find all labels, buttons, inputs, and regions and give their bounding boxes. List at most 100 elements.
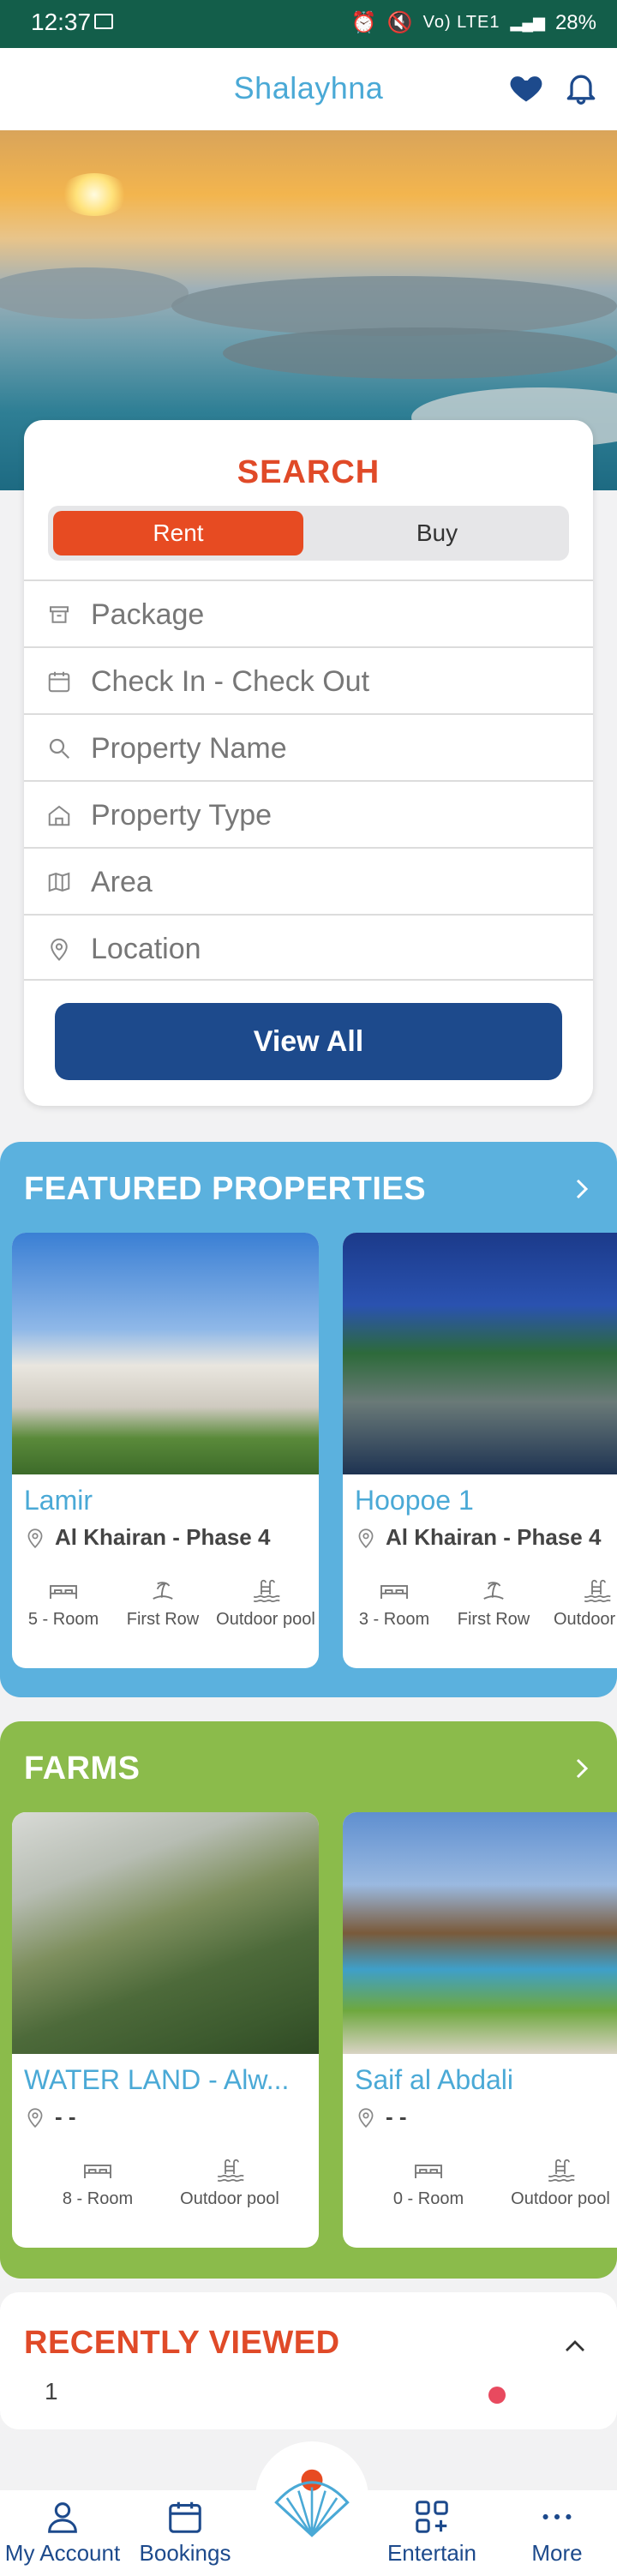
status-icons: ⏰ 🔇 Vo) LTE1 ▂▄▆ 28%: [351, 10, 596, 35]
property-features: 3 - Room First Row Outdoor po: [343, 1577, 617, 1646]
feature-label: Outdoor pool: [180, 2189, 279, 2208]
alarm-icon: ⏰: [350, 11, 377, 34]
farm-location: - -: [355, 2104, 407, 2130]
search-card: SEARCH Rent Buy Package Check In - Check…: [24, 420, 593, 1106]
heart-icon[interactable]: [507, 69, 545, 106]
property-name-placeholder: Property Name: [91, 732, 287, 765]
farms-section: FARMS WATER LAND - Alw... - - 8 - Room O…: [0, 1721, 617, 2279]
tab-buy[interactable]: Buy: [308, 506, 566, 561]
recently-viewed-count: 1: [45, 2378, 58, 2405]
property-name-field[interactable]: Property Name: [24, 713, 593, 780]
property-location-text: Al Khairan - Phase 4: [386, 1524, 602, 1550]
property-name: Hoopoe 1: [355, 1485, 474, 1516]
feature-label: 5 - Room: [27, 1610, 99, 1629]
farm-location-text: - -: [386, 2104, 407, 2129]
property-card[interactable]: Lamir Al Khairan - Phase 4 5 - Room Firs…: [12, 1233, 319, 1668]
status-bar: 12:37 ⏰ 🔇 Vo) LTE1 ▂▄▆ 28%: [0, 0, 617, 48]
farm-card[interactable]: Saif al Abdali - - 0 - Room Outdoor pool: [343, 1812, 617, 2248]
featured-properties-section: FEATURED PROPERTIES Lamir Al Khairan - P…: [0, 1142, 617, 1697]
feature-pool: Outdoor po: [545, 1577, 617, 1630]
feature-pool: Outdoor pool: [509, 2157, 612, 2209]
image-notification-icon: [94, 14, 113, 29]
feature-label: Outdoor pool: [216, 1610, 315, 1629]
rent-buy-toggle: Rent Buy: [48, 506, 569, 561]
feature-label: Outdoor pool: [511, 2189, 610, 2208]
check-in-out-field[interactable]: Check In - Check Out: [24, 646, 593, 713]
area-field[interactable]: Area: [24, 847, 593, 914]
nav-more[interactable]: More: [506, 2497, 608, 2567]
property-features: 5 - Room First Row Outdoor pool: [12, 1577, 319, 1646]
pool-icon: [253, 1579, 280, 1603]
area-placeholder: Area: [91, 866, 153, 898]
location-pin-icon: [358, 1528, 374, 1548]
location-placeholder: Location: [91, 933, 201, 965]
farm-features: 0 - Room Outdoor pool: [343, 2157, 617, 2225]
nav-label: Bookings: [139, 2540, 231, 2566]
feature-label: 3 - Room: [358, 1610, 430, 1629]
feature-rooms: 3 - Room: [343, 1577, 446, 1630]
package-placeholder: Package: [91, 598, 205, 631]
property-location: Al Khairan - Phase 4: [355, 1524, 601, 1551]
view-all-button[interactable]: View All: [55, 1003, 562, 1080]
package-field[interactable]: Package: [24, 579, 593, 646]
chevron-right-icon[interactable]: [569, 1176, 595, 1202]
beach-icon: [483, 1582, 504, 1600]
property-card[interactable]: Hoopoe 1 Al Khairan - Phase 4 3 - Room F…: [343, 1233, 617, 1668]
location-pin-icon: [27, 1528, 43, 1548]
shell-logo-icon: [274, 2469, 350, 2537]
bed-icon: [380, 1585, 408, 1599]
nav-label: Entertain: [386, 2540, 477, 2566]
farm-photo: [343, 1812, 617, 2054]
nav-label: More: [531, 2540, 583, 2566]
location-field[interactable]: Location: [24, 914, 593, 981]
nav-label: My Account: [4, 2540, 121, 2566]
nav-bookings[interactable]: Bookings: [130, 2497, 240, 2567]
nav-my-account[interactable]: My Account: [0, 2497, 125, 2567]
mute-icon: 🔇: [386, 11, 413, 34]
farm-photo: [12, 1812, 319, 2054]
farm-name: Saif al Abdali: [355, 2064, 514, 2095]
user-icon: [48, 2502, 77, 2533]
grid-plus-icon: [416, 2501, 448, 2533]
bed-icon: [415, 2165, 442, 2178]
feature-label: Outdoor po: [553, 1610, 617, 1629]
featured-title: FEATURED PROPERTIES: [24, 1171, 427, 1207]
chevron-right-icon[interactable]: [569, 1756, 595, 1781]
home-icon: [48, 805, 70, 826]
calendar-icon: [48, 671, 70, 693]
more-dots-icon: [542, 2513, 572, 2520]
farm-location: - -: [24, 2104, 76, 2130]
feature-first-row: First Row: [442, 1577, 545, 1630]
farm-card[interactable]: WATER LAND - Alw... - - 8 - Room Outdoor…: [12, 1812, 319, 2248]
farm-features: 8 - Room Outdoor pool: [12, 2157, 319, 2225]
search-icon: [49, 738, 70, 760]
calendar-icon: [169, 2501, 201, 2533]
chevron-up-icon[interactable]: [562, 2333, 588, 2359]
recently-viewed-title: RECENTLY VIEWED: [24, 2325, 340, 2361]
property-location: Al Khairan - Phase 4: [24, 1524, 270, 1551]
network-indicator: Vo) LTE1: [422, 13, 500, 32]
center-home-button[interactable]: [255, 2441, 368, 2555]
location-pin-icon: [358, 2107, 374, 2128]
feature-rooms: 5 - Room: [12, 1577, 115, 1630]
property-name: Lamir: [24, 1485, 93, 1516]
feature-rooms: 0 - Room: [377, 2157, 480, 2209]
property-photo: [343, 1233, 617, 1474]
recently-viewed-section[interactable]: RECENTLY VIEWED 1: [0, 2292, 617, 2429]
hero-sun: [60, 173, 129, 216]
feature-label: 0 - Room: [392, 2189, 464, 2208]
property-type-field[interactable]: Property Type: [24, 780, 593, 847]
farm-name: WATER LAND - Alw...: [24, 2064, 290, 2095]
pool-icon: [217, 2159, 244, 2183]
battery-level: 28%: [554, 10, 596, 34]
tab-rent[interactable]: Rent: [53, 511, 303, 555]
feature-label: First Row: [126, 1610, 200, 1629]
feature-label: First Row: [457, 1610, 530, 1629]
beach-icon: [153, 1582, 173, 1600]
feature-pool: Outdoor pool: [178, 2157, 281, 2209]
check-in-out-placeholder: Check In - Check Out: [91, 665, 370, 698]
nav-entertain[interactable]: Entertain: [377, 2497, 487, 2567]
bell-icon[interactable]: [562, 69, 600, 106]
bed-icon: [84, 2165, 111, 2178]
bed-icon: [50, 1585, 77, 1599]
